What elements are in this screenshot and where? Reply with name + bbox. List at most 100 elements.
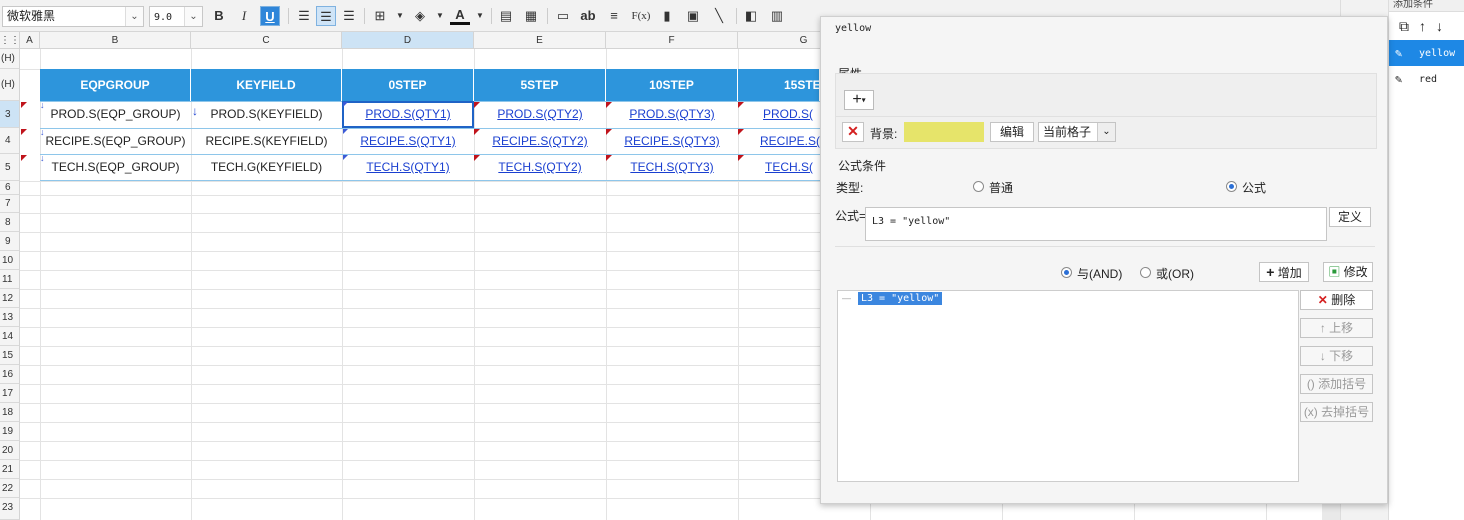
move-up-button[interactable]: ↑ 上移 xyxy=(1300,318,1373,338)
header-cell[interactable]: 15STEP xyxy=(738,69,820,101)
table-cell[interactable]: TECH.G(KEYFIELD) xyxy=(191,154,342,180)
table-cell[interactable]: PROD.S(EQP_GROUP) xyxy=(40,101,191,127)
italic-button[interactable]: I xyxy=(234,6,254,26)
header-cell[interactable]: 0STEP xyxy=(342,69,474,101)
table-cell[interactable]: TECH.S(EQP_GROUP) xyxy=(40,154,191,180)
chevron-down-icon[interactable]: ▼ xyxy=(430,6,450,26)
row-header[interactable]: (H) xyxy=(0,69,20,101)
row-header[interactable]: 20 xyxy=(0,441,20,460)
row-header[interactable]: 3 xyxy=(0,101,20,128)
table-cell[interactable]: RECIPE.S(QTY2) xyxy=(474,128,606,154)
chart-icon[interactable]: ▮ xyxy=(657,6,677,26)
table-cell[interactable]: TECH.S( xyxy=(738,154,820,180)
add-parenthesis-button[interactable]: () 添加括号 xyxy=(1300,374,1373,394)
header-cell[interactable]: 5STEP xyxy=(474,69,606,101)
table-cell[interactable]: TECH.S(QTY1) xyxy=(342,154,474,180)
column-header-e[interactable]: E xyxy=(474,32,606,49)
row-header[interactable]: 19 xyxy=(0,422,20,441)
table-cell[interactable]: RECIPE.S(EQP_GROUP) xyxy=(40,128,191,154)
close-icon[interactable]: ✕ xyxy=(842,122,864,142)
row-header[interactable]: 18 xyxy=(0,403,20,422)
text-style-button[interactable]: ab xyxy=(578,6,598,26)
merge-cells-icon[interactable]: ▤ xyxy=(496,6,516,26)
header-cell[interactable]: 10STEP xyxy=(606,69,738,101)
add-property-button[interactable]: +▾ xyxy=(844,90,874,110)
table-cell[interactable]: PROD.S(KEYFIELD) xyxy=(191,101,342,127)
align-right-icon[interactable]: ☰ xyxy=(339,6,359,26)
split-cells-icon[interactable]: ▦ xyxy=(521,6,541,26)
align-left-icon[interactable]: ☰ xyxy=(294,6,314,26)
row-header[interactable]: 11 xyxy=(0,270,20,289)
column-header-d[interactable]: D xyxy=(342,32,474,49)
image-icon[interactable]: ▣ xyxy=(683,6,703,26)
row-header[interactable]: 7 xyxy=(0,195,20,213)
grid-icon[interactable]: ▥ xyxy=(767,6,787,26)
arrow-down-icon[interactable]: ↓ xyxy=(1436,18,1443,34)
remove-parenthesis-button[interactable]: (x) 去掉括号 xyxy=(1300,402,1373,422)
type-normal-radio[interactable] xyxy=(973,181,984,192)
bold-button[interactable]: B xyxy=(209,6,229,26)
row-header[interactable]: 22 xyxy=(0,479,20,498)
condition-list-item[interactable]: L3 = "yellow" xyxy=(858,292,943,305)
row-header[interactable]: 8 xyxy=(0,213,20,232)
row-header[interactable]: 10 xyxy=(0,251,20,270)
row-header[interactable]: 9 xyxy=(0,232,20,251)
or-radio[interactable] xyxy=(1140,267,1151,278)
copy-icon[interactable]: ⧉ xyxy=(1399,18,1409,35)
paragraph-icon[interactable]: ≡ xyxy=(604,6,624,26)
table-cell[interactable]: TECH.S(QTY3) xyxy=(606,154,738,180)
row-header[interactable]: 16 xyxy=(0,365,20,384)
column-header-a[interactable]: A xyxy=(20,32,40,49)
border-icon[interactable]: ⊞ xyxy=(370,6,390,26)
add-condition-button[interactable]: + 增加 xyxy=(1259,262,1309,282)
table-cell[interactable]: RECIPE.S(KEYFIELD) xyxy=(191,128,342,154)
form-icon[interactable]: ◧ xyxy=(741,6,761,26)
table-cell[interactable]: RECIPE.S( xyxy=(738,128,820,154)
table-cell[interactable]: RECIPE.S(QTY1) xyxy=(342,128,474,154)
slash-icon[interactable]: ╲ xyxy=(709,6,729,26)
formula-input[interactable]: L3 = "yellow" xyxy=(865,207,1327,241)
row-header[interactable]: (H) xyxy=(0,49,20,69)
row-header[interactable]: 13 xyxy=(0,308,20,327)
chevron-down-icon[interactable]: ▼ xyxy=(390,6,410,26)
table-cell[interactable]: PROD.S(QTY2) xyxy=(474,101,606,127)
move-down-button[interactable]: ↓ 下移 xyxy=(1300,346,1373,366)
chevron-down-icon[interactable]: ⌄ xyxy=(125,7,143,26)
chevron-down-icon[interactable]: ⌄ xyxy=(184,7,202,26)
delete-button[interactable]: ✕ 删除 xyxy=(1300,290,1373,310)
row-header[interactable]: 5 xyxy=(0,154,20,181)
font-size-select[interactable]: 9.0 ⌄ xyxy=(149,6,203,27)
row-header[interactable]: 21 xyxy=(0,460,20,479)
row-header[interactable]: 4 xyxy=(0,128,20,154)
underline-button[interactable]: U xyxy=(260,6,280,26)
column-header-b[interactable]: B xyxy=(40,32,191,49)
column-header-c[interactable]: C xyxy=(191,32,342,49)
row-header[interactable]: 15 xyxy=(0,346,20,365)
type-formula-radio[interactable] xyxy=(1226,181,1237,192)
corner-cell[interactable]: ⋮⋮ xyxy=(0,32,20,49)
condition-list[interactable]: — L3 = "yellow" xyxy=(837,290,1299,482)
font-color-icon[interactable]: A xyxy=(450,6,470,25)
define-button[interactable]: 定义 xyxy=(1329,207,1371,227)
edit-button[interactable]: 编辑 xyxy=(990,122,1034,142)
row-header[interactable]: 12 xyxy=(0,289,20,308)
scope-select[interactable]: 当前格子 ⌄ xyxy=(1038,122,1116,142)
list-item[interactable]: ✎ red xyxy=(1389,66,1464,92)
row-header[interactable]: 23 xyxy=(0,498,20,520)
chevron-down-icon[interactable]: ⌄ xyxy=(1097,123,1115,141)
and-radio[interactable] xyxy=(1061,267,1072,278)
row-header[interactable]: 14 xyxy=(0,327,20,346)
formula-button[interactable]: F(x) xyxy=(629,6,653,26)
column-header-f[interactable]: F xyxy=(606,32,738,49)
arrow-up-icon[interactable]: ↑ xyxy=(1419,18,1426,34)
header-cell[interactable]: EQPGROUP xyxy=(40,69,191,101)
table-cell[interactable]: TECH.S(QTY2) xyxy=(474,154,606,180)
background-color-swatch[interactable] xyxy=(904,122,984,142)
header-cell[interactable]: KEYFIELD xyxy=(191,69,342,101)
chevron-down-icon[interactable]: ▼ xyxy=(470,6,490,26)
modify-condition-button[interactable]: ▣ 修改 xyxy=(1323,262,1373,282)
row-header[interactable]: 17 xyxy=(0,384,20,403)
table-cell[interactable]: PROD.S(QTY3) xyxy=(606,101,738,127)
table-cell[interactable]: RECIPE.S(QTY3) xyxy=(606,128,738,154)
font-name-select[interactable]: 微软雅黑 ⌄ xyxy=(2,6,144,27)
